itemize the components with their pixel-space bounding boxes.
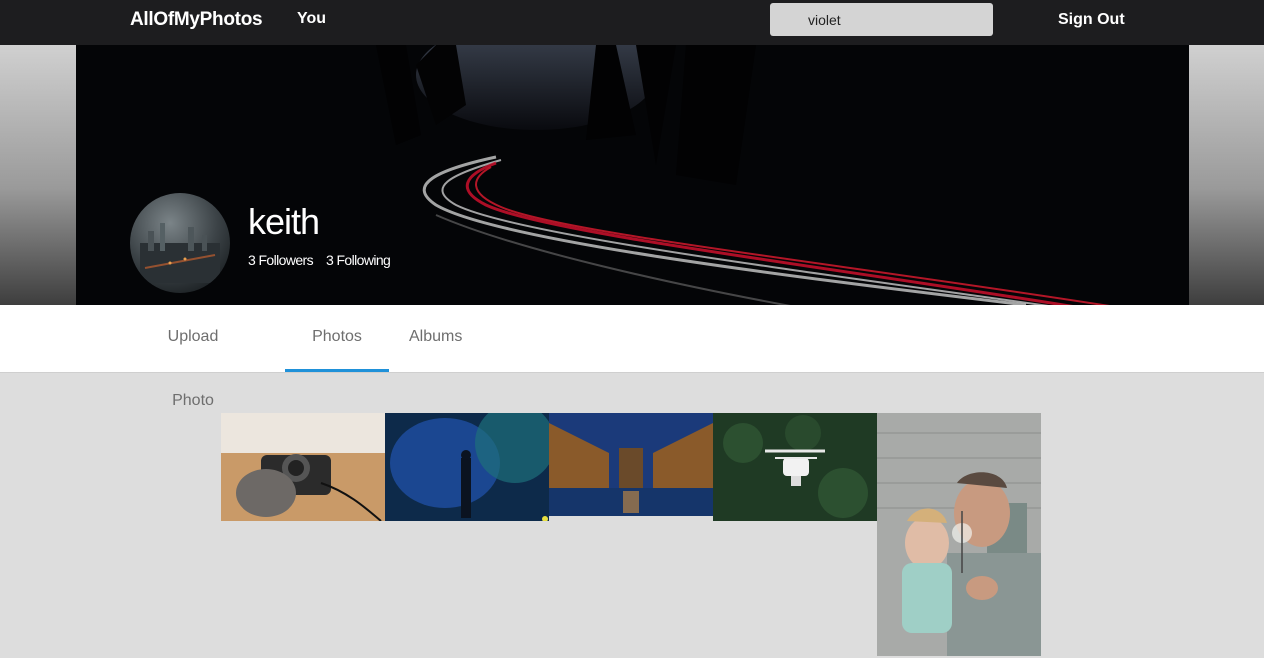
sign-out-button[interactable]: Sign Out <box>1058 11 1125 29</box>
photo-canal-city-image <box>549 413 713 516</box>
photo-thumbnail[interactable] <box>385 413 549 521</box>
photo-man-child-sparkler-image <box>877 413 1041 656</box>
avatar-city-image <box>140 223 220 283</box>
photo-thumbnail[interactable] <box>713 413 877 521</box>
tab-label: Photos <box>312 328 362 345</box>
photo-drone-image <box>713 413 877 521</box>
active-tab-indicator <box>285 369 389 372</box>
top-navbar: AllOfMyPhotos You Sign Out <box>0 0 1264 45</box>
following-link[interactable]: 3 Following <box>326 252 391 268</box>
tab-upload-photo[interactable]: Upload Photo <box>145 305 241 409</box>
photo-thumbnail[interactable] <box>221 413 385 521</box>
profile-tab-bar: Upload Photo Photos Albums <box>0 305 1264 409</box>
photo-camera-image <box>221 413 385 521</box>
tab-photos[interactable]: Photos <box>285 305 389 372</box>
profile-cover-photo: keith 3 Followers 3 Following <box>76 45 1189 305</box>
cover-image-night-road <box>76 45 1189 305</box>
brand-logo[interactable]: AllOfMyPhotos <box>130 9 263 31</box>
followers-link[interactable]: 3 Followers <box>248 252 314 268</box>
nav-you-link[interactable]: You <box>297 10 326 28</box>
tab-label: Upload Photo <box>167 328 219 409</box>
photo-thumbnail[interactable] <box>549 413 713 516</box>
photo-blue-smoke-image <box>385 413 549 521</box>
photo-thumbnail[interactable] <box>877 413 1041 656</box>
avatar[interactable] <box>130 193 230 293</box>
tab-albums[interactable]: Albums <box>409 305 462 372</box>
search-input[interactable] <box>770 3 993 36</box>
tab-label: Albums <box>409 328 463 345</box>
profile-username: keith <box>248 201 320 242</box>
